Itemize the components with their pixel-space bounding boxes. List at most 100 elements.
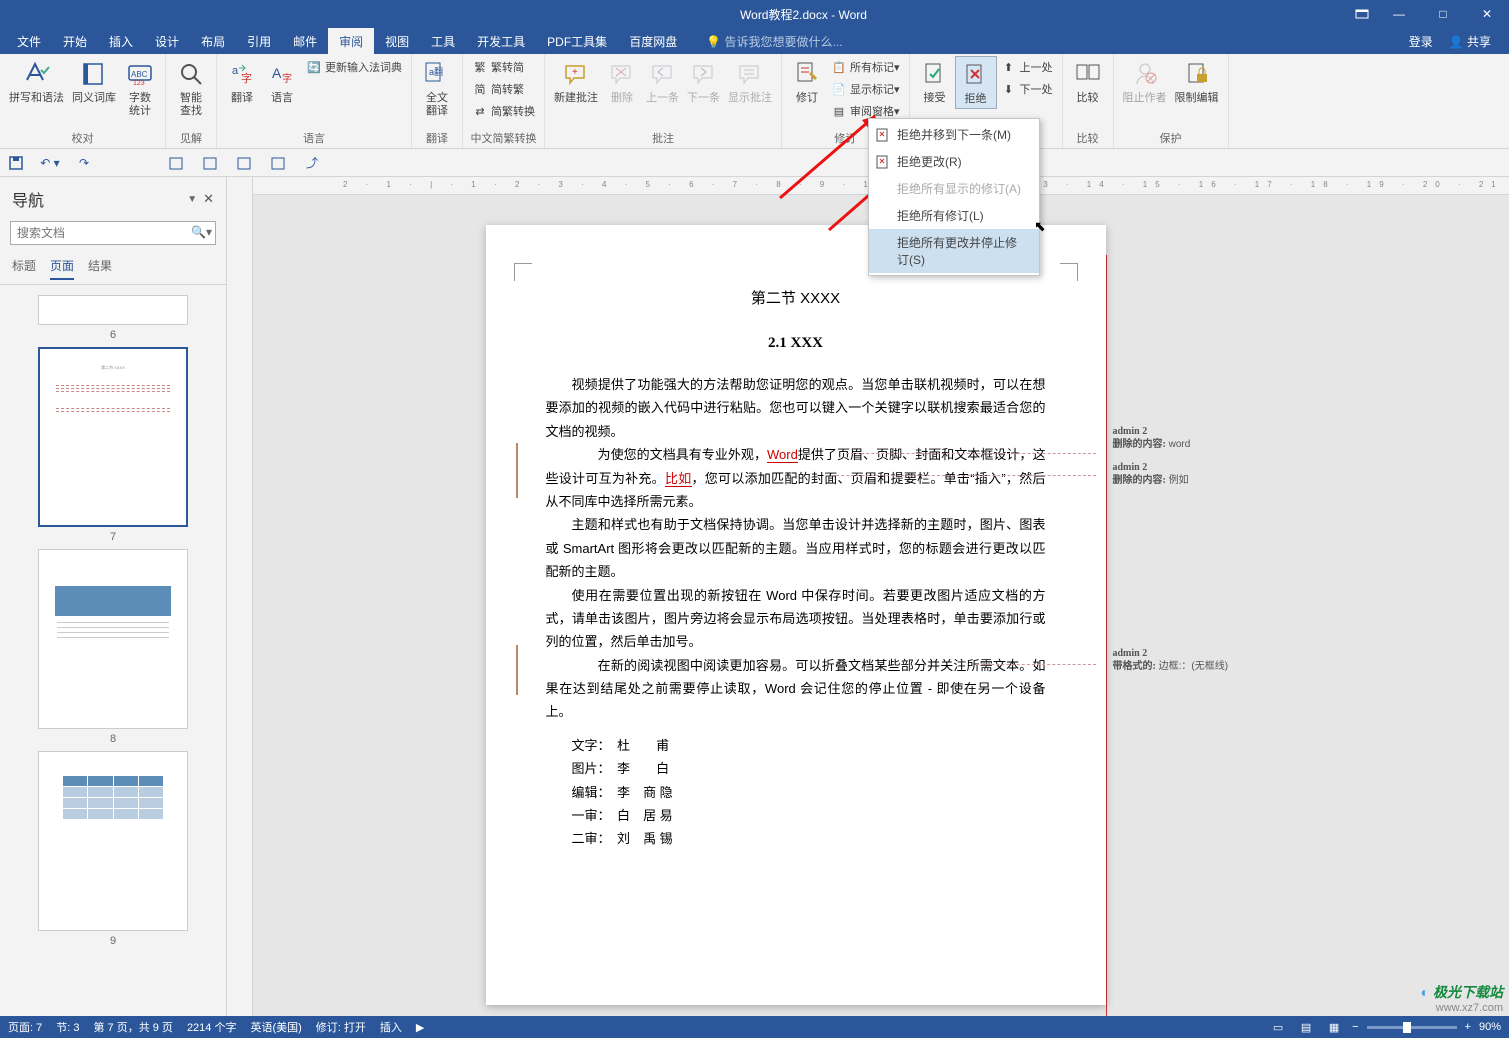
delete-comment-button[interactable]: 删除 <box>602 56 642 107</box>
zoom-out-button[interactable]: − <box>1352 1021 1358 1033</box>
share-button[interactable]: 👤 共享 <box>1441 33 1499 50</box>
show-comments-button[interactable]: 显示批注 <box>724 56 776 107</box>
prev-comment-button[interactable]: 上一条 <box>642 56 683 107</box>
reject-move-next[interactable]: 拒绝并移到下一条(M) <box>869 121 1039 148</box>
compare-button[interactable]: 比较 <box>1068 56 1108 107</box>
qat-btn-a[interactable] <box>166 153 186 173</box>
nav-tab-pages[interactable]: 页面 <box>50 257 74 280</box>
tab-developer[interactable]: 开发工具 <box>466 28 536 54</box>
view-web-icon[interactable]: ▦ <box>1324 1019 1344 1035</box>
status-words[interactable]: 2214 个字 <box>187 1019 237 1035</box>
reject-all[interactable]: 拒绝所有修订(L) <box>869 202 1039 229</box>
markup-dropdown[interactable]: 📋所有标记 ▾ <box>827 56 904 78</box>
tab-file[interactable]: 文件 <box>6 28 52 54</box>
undo-button[interactable]: ↶ ▾ <box>40 153 60 173</box>
tab-references[interactable]: 引用 <box>236 28 282 54</box>
vertical-ruler[interactable] <box>227 177 253 1016</box>
svg-text:a: a <box>232 65 239 77</box>
reject-all-shown[interactable]: 拒绝所有显示的修订(A) <box>869 175 1039 202</box>
reject-all-stop[interactable]: 拒绝所有更改并停止修订(S) <box>869 229 1039 273</box>
tab-review[interactable]: 审阅 <box>328 28 374 54</box>
smart-lookup-button[interactable]: 智能 查找 <box>171 56 211 120</box>
track-changes-button[interactable]: 修订 <box>787 56 827 107</box>
nav-dropdown-icon[interactable]: ▼ <box>187 194 197 205</box>
new-comment-button[interactable]: +新建批注 <box>550 56 602 107</box>
search-icon[interactable]: 🔍▾ <box>191 225 212 239</box>
group-cnconv-label: 中文简繁转换 <box>468 128 539 148</box>
status-page[interactable]: 页面: 7 <box>8 1019 42 1035</box>
reject-dropdown: 拒绝并移到下一条(M) 拒绝更改(R) 拒绝所有显示的修订(A) 拒绝所有修订(… <box>868 118 1040 276</box>
view-print-icon[interactable]: ▤ <box>1296 1019 1316 1035</box>
tab-insert[interactable]: 插入 <box>98 28 144 54</box>
tab-pdf[interactable]: PDF工具集 <box>536 28 618 54</box>
trad-to-simp-button[interactable]: 繁繁转简 <box>468 56 539 78</box>
save-button[interactable] <box>6 153 26 173</box>
tab-tools[interactable]: 工具 <box>420 28 466 54</box>
next-change-button[interactable]: ⬇下一处 <box>997 78 1057 100</box>
thesaurus-button[interactable]: 同义词库 <box>68 56 120 107</box>
watermark: ◐ 极光下载站 www.xz7.com <box>1421 982 1503 1014</box>
view-read-icon[interactable]: ▭ <box>1268 1019 1288 1035</box>
accept-button[interactable]: 接受 <box>915 56 955 107</box>
simp-to-trad-button[interactable]: 简简转繁 <box>468 78 539 100</box>
word-count-button[interactable]: ABC123字数 统计 <box>120 56 160 120</box>
page-thumb-6[interactable]: 6 <box>38 295 188 341</box>
tab-view[interactable]: 视图 <box>374 28 420 54</box>
reject-button[interactable]: 拒绝 <box>955 56 997 109</box>
nav-tab-results[interactable]: 结果 <box>88 257 112 280</box>
tell-me-input[interactable]: 💡 告诉我您想要做什么... <box>706 33 842 50</box>
tracked-change: 比如 <box>665 471 692 487</box>
status-section[interactable]: 节: 3 <box>56 1019 79 1035</box>
close-button[interactable]: ✕ <box>1465 0 1509 28</box>
page-thumb-7[interactable]: 第二节 XXXX 7 <box>38 347 188 543</box>
minimize-button[interactable]: — <box>1377 0 1421 28</box>
reject-change[interactable]: 拒绝更改(R) <box>869 148 1039 175</box>
status-language[interactable]: 英语(美国) <box>250 1019 301 1035</box>
zoom-in-button[interactable]: + <box>1465 1021 1471 1033</box>
maximize-button[interactable]: □ <box>1421 0 1465 28</box>
translate-button[interactable]: a字翻译 <box>222 56 262 107</box>
qat-btn-d[interactable] <box>268 153 288 173</box>
nav-tab-headings[interactable]: 标题 <box>12 257 36 280</box>
zoom-slider[interactable] <box>1367 1026 1457 1029</box>
language-button[interactable]: A字语言 <box>262 56 302 107</box>
restrict-editing-button[interactable]: 限制编辑 <box>1171 56 1223 107</box>
status-macro-icon[interactable]: ▶ <box>416 1021 424 1034</box>
full-translate-button[interactable]: a翻全文 翻译 <box>417 56 457 120</box>
next-comment-button[interactable]: 下一条 <box>683 56 724 107</box>
ribbon-tabs: 文件 开始 插入 设计 布局 引用 邮件 审阅 视图 工具 开发工具 PDF工具… <box>0 28 1509 54</box>
show-markup-button[interactable]: 📄显示标记 ▾ <box>827 78 904 100</box>
credits-block: 文字： 杜 甫 图片： 李 白 编辑： 李 商 隐 一审： 白 居 易 二审： … <box>572 734 1046 851</box>
tab-home[interactable]: 开始 <box>52 28 98 54</box>
convert-button[interactable]: ⇄简繁转换 <box>468 100 539 122</box>
qat-btn-c[interactable] <box>234 153 254 173</box>
redo-button[interactable]: ↷ <box>74 153 94 173</box>
cursor-icon: ⬉ <box>1034 218 1046 235</box>
qat-btn-e[interactable]: ⤴ <box>302 153 322 173</box>
tab-layout[interactable]: 布局 <box>190 28 236 54</box>
paragraph: 主题和样式也有助于文档保持协调。当您单击设计并选择新的主题时，图片、图表或 Sm… <box>546 513 1046 583</box>
page-thumb-9[interactable]: 9 <box>38 751 188 947</box>
ribbon-options-icon[interactable] <box>1347 0 1377 28</box>
revision-item[interactable]: admin 2删除的内容: word <box>1113 425 1271 451</box>
update-ime-button[interactable]: 🔄更新输入法词典 <box>302 56 406 78</box>
revision-item[interactable]: admin 2删除的内容: 例如 <box>1113 461 1271 487</box>
search-input[interactable] <box>10 221 216 245</box>
status-pages[interactable]: 第 7 页，共 9 页 <box>93 1019 172 1035</box>
qat-btn-b[interactable] <box>200 153 220 173</box>
login-button[interactable]: 登录 <box>1401 33 1441 50</box>
spelling-button[interactable]: 拼写和语法 <box>5 56 68 107</box>
nav-close-button[interactable]: ✕ <box>203 191 214 207</box>
prev-change-button[interactable]: ⬆上一处 <box>997 56 1057 78</box>
tab-baidu[interactable]: 百度网盘 <box>618 28 688 54</box>
block-authors-button[interactable]: 阻止作者 <box>1119 56 1171 107</box>
tab-design[interactable]: 设计 <box>144 28 190 54</box>
zoom-level[interactable]: 90% <box>1479 1021 1501 1033</box>
page-thumb-8[interactable]: 8 <box>38 549 188 745</box>
document-canvas[interactable]: 第二节 XXXX 2.1 XXX 视频提供了功能强大的方法帮助您证明您的观点。当… <box>253 195 1509 1016</box>
status-track[interactable]: 修订: 打开 <box>316 1019 366 1035</box>
revision-item[interactable]: admin 2带格式的: 边框:：(无框线) <box>1113 647 1271 673</box>
status-insert[interactable]: 插入 <box>380 1019 402 1035</box>
tab-mailings[interactable]: 邮件 <box>282 28 328 54</box>
nav-title: 导航 <box>12 187 187 211</box>
